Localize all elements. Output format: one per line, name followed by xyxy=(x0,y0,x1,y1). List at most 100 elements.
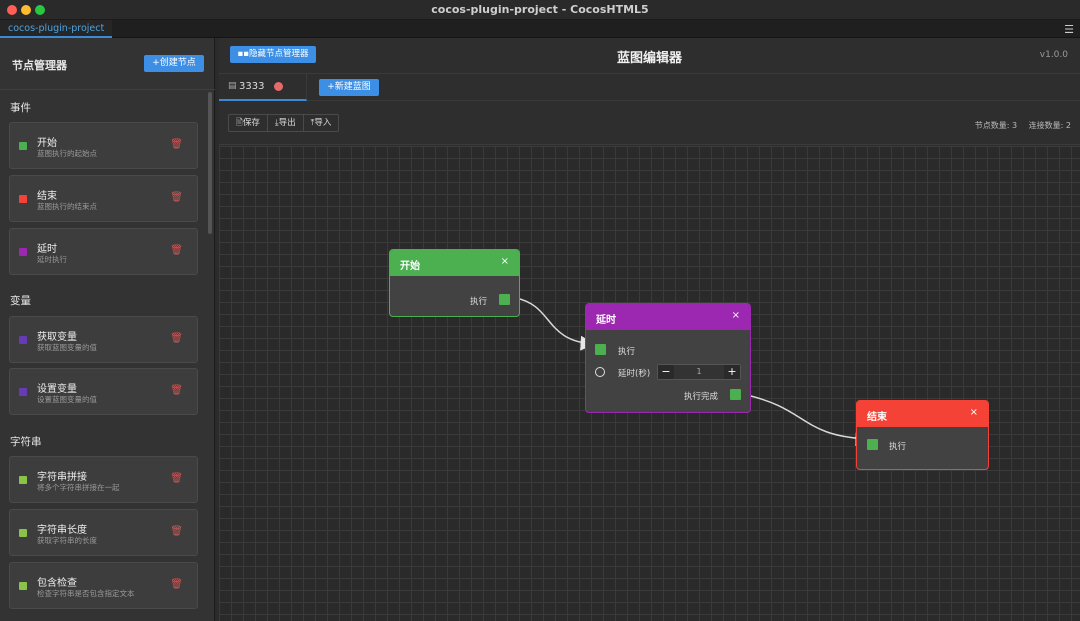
decrement-button[interactable]: − xyxy=(658,365,674,379)
document-icon: ▤ xyxy=(228,81,237,91)
node-card-contains-check[interactable]: 包含检查 检查字符串是否包含指定文本 🗑 xyxy=(9,562,198,609)
param-input-radio[interactable] xyxy=(595,367,605,377)
node-card-delay[interactable]: 延时 延时执行 🗑 xyxy=(9,228,198,275)
node-card-set-variable[interactable]: 设置变量 设置蓝图变量的值 🗑 xyxy=(9,368,198,415)
node-end[interactable]: 结束 × 执行 xyxy=(856,400,989,470)
node-color-swatch xyxy=(19,529,27,537)
node-card-desc: 设置蓝图变量的值 xyxy=(37,395,97,404)
node-color-swatch xyxy=(19,336,27,344)
increment-button[interactable]: + xyxy=(724,365,740,379)
exec-out-pin[interactable] xyxy=(499,294,510,305)
exec-in-pin[interactable] xyxy=(595,344,606,355)
node-card-end[interactable]: 结束 蓝图执行的结束点 🗑 xyxy=(9,175,198,222)
create-node-button[interactable]: +创建节点 xyxy=(144,55,204,72)
node-card-name: 结束 xyxy=(37,191,57,202)
save-label: 保存 xyxy=(242,118,260,128)
node-delay[interactable]: 延时 × 执行 延时(秒) − 1 + 执行完成 xyxy=(585,303,751,413)
trash-icon[interactable]: 🗑 xyxy=(170,385,183,396)
project-tab-bar: cocos-plugin-project ☰ xyxy=(0,20,1080,38)
editor-toolbar: 🖹保存 ⤓导出 ⤒导入 节点数量: 3 连接数量: 2 xyxy=(219,101,1080,145)
node-card-string-concat[interactable]: 字符串拼接 将多个字符串拼接在一起 🗑 xyxy=(9,456,198,503)
node-card-get-variable[interactable]: 获取变量 获取蓝图变量的值 🗑 xyxy=(9,316,198,363)
exec-in-pin[interactable] xyxy=(867,439,878,450)
page-title: 蓝图编辑器 xyxy=(616,51,682,66)
editor-header: ▪▪隐藏节点管理器 蓝图编辑器 v1.0.0 xyxy=(219,38,1080,74)
section-title-events: 事件 xyxy=(10,102,31,114)
node-card-desc: 获取蓝图变量的值 xyxy=(37,343,97,352)
export-button[interactable]: ⤓导出 xyxy=(268,115,304,131)
node-card-name: 延时 xyxy=(37,244,57,255)
exec-out-label: 执行 xyxy=(470,297,488,307)
import-label: 导入 xyxy=(314,118,332,128)
unsaved-dot-icon[interactable] xyxy=(274,82,283,91)
delay-seconds-value[interactable]: 1 xyxy=(674,365,724,379)
node-color-swatch xyxy=(19,195,27,203)
link-count: 连接数量: 2 xyxy=(1028,121,1071,130)
node-color-swatch xyxy=(19,476,27,484)
node-card-name: 获取变量 xyxy=(37,332,77,343)
blueprint-canvas[interactable]: 开始 × 执行 延时 × 执行 延时(秒) − 1 + 执行完成 结束 × 执行 xyxy=(219,146,1080,621)
import-button[interactable]: ⤒导入 xyxy=(304,115,339,131)
project-tab[interactable]: cocos-plugin-project xyxy=(0,20,113,38)
trash-icon[interactable]: 🗑 xyxy=(170,473,183,484)
node-color-swatch xyxy=(19,248,27,256)
node-card-string-length[interactable]: 字符串长度 获取字符串的长度 🗑 xyxy=(9,509,198,556)
node-header[interactable]: 开始 × xyxy=(390,250,519,276)
save-icon: 🖹 xyxy=(236,118,243,128)
node-card-desc: 获取字符串的长度 xyxy=(37,536,97,545)
version-label: v1.0.0 xyxy=(1039,50,1068,60)
trash-icon[interactable]: 🗑 xyxy=(170,579,183,590)
blueprint-tabs: ▤ 3333 +新建蓝图 xyxy=(219,74,1080,101)
node-card-name: 字符串拼接 xyxy=(37,472,87,483)
close-icon[interactable]: × xyxy=(732,310,740,321)
node-card-start[interactable]: 开始 蓝图执行的起始点 🗑 xyxy=(9,122,198,169)
trash-icon[interactable]: 🗑 xyxy=(170,245,183,256)
sidebar-header: 节点管理器 +创建节点 xyxy=(0,38,215,90)
tab-blueprint-3333[interactable]: ▤ 3333 xyxy=(219,74,307,101)
blueprint-editor: ▪▪隐藏节点管理器 蓝图编辑器 v1.0.0 ▤ 3333 +新建蓝图 🖹保存 … xyxy=(219,38,1080,621)
node-card-name: 开始 xyxy=(37,138,57,149)
node-start[interactable]: 开始 × 执行 xyxy=(389,249,520,317)
exec-in-label: 执行 xyxy=(889,442,907,452)
section-title-strings: 字符串 xyxy=(10,436,42,448)
trash-icon[interactable]: 🗑 xyxy=(170,192,183,203)
node-manager-sidebar: 节点管理器 +创建节点 事件 开始 蓝图执行的起始点 🗑 结束 蓝图执行的结束点… xyxy=(0,38,215,621)
close-icon[interactable]: × xyxy=(970,407,978,418)
delay-param-label: 延时(秒) xyxy=(618,369,651,379)
save-button[interactable]: 🖹保存 xyxy=(229,115,268,131)
new-blueprint-button[interactable]: +新建蓝图 xyxy=(319,79,379,96)
connection-delay-to-end[interactable] xyxy=(741,393,871,446)
exec-in-label: 执行 xyxy=(618,347,636,357)
sidebar-scrollbar[interactable] xyxy=(208,92,212,234)
node-color-swatch xyxy=(19,142,27,150)
export-label: 导出 xyxy=(278,118,296,128)
node-color-swatch xyxy=(19,582,27,590)
trash-icon[interactable]: 🗑 xyxy=(170,526,183,537)
exec-done-pin[interactable] xyxy=(730,389,741,400)
node-card-desc: 蓝图执行的起始点 xyxy=(37,149,97,158)
close-icon[interactable]: × xyxy=(501,256,509,267)
node-card-desc: 检查字符串是否包含指定文本 xyxy=(37,589,135,598)
node-header[interactable]: 结束 × xyxy=(857,401,988,427)
node-title: 延时 xyxy=(596,315,616,326)
node-card-desc: 蓝图执行的结束点 xyxy=(37,202,97,211)
menu-icon[interactable]: ☰ xyxy=(1064,23,1074,36)
trash-icon[interactable]: 🗑 xyxy=(170,333,183,344)
node-card-name: 字符串长度 xyxy=(37,525,87,536)
sidebar-title: 节点管理器 xyxy=(12,59,67,72)
node-card-name: 设置变量 xyxy=(37,384,77,395)
section-title-variables: 变量 xyxy=(10,295,31,307)
node-color-swatch xyxy=(19,388,27,396)
delay-seconds-stepper[interactable]: − 1 + xyxy=(657,364,741,380)
trash-icon[interactable]: 🗑 xyxy=(170,139,183,150)
node-title: 结束 xyxy=(867,412,887,423)
exec-done-label: 执行完成 xyxy=(684,392,719,402)
node-header[interactable]: 延时 × xyxy=(586,304,750,330)
node-card-name: 包含检查 xyxy=(37,578,77,589)
window-title: cocos-plugin-project - CocosHTML5 xyxy=(431,3,649,16)
node-card-desc: 将多个字符串拼接在一起 xyxy=(37,483,120,492)
title-bar: cocos-plugin-project - CocosHTML5 xyxy=(0,0,1080,20)
node-title: 开始 xyxy=(400,261,420,272)
file-actions-group: 🖹保存 ⤓导出 ⤒导入 xyxy=(228,114,340,132)
connection-start-to-delay[interactable] xyxy=(515,297,596,351)
